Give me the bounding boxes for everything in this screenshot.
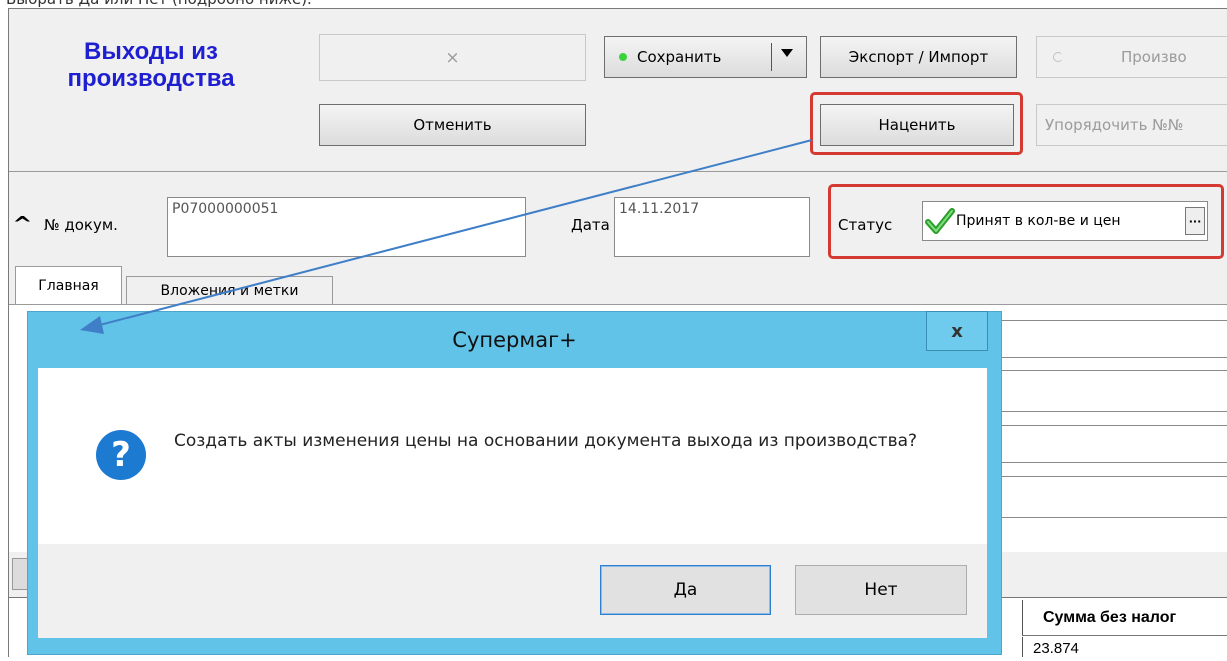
arrow-head	[80, 316, 104, 334]
arrow-line	[91, 139, 813, 328]
annotation-arrow	[80, 139, 813, 334]
